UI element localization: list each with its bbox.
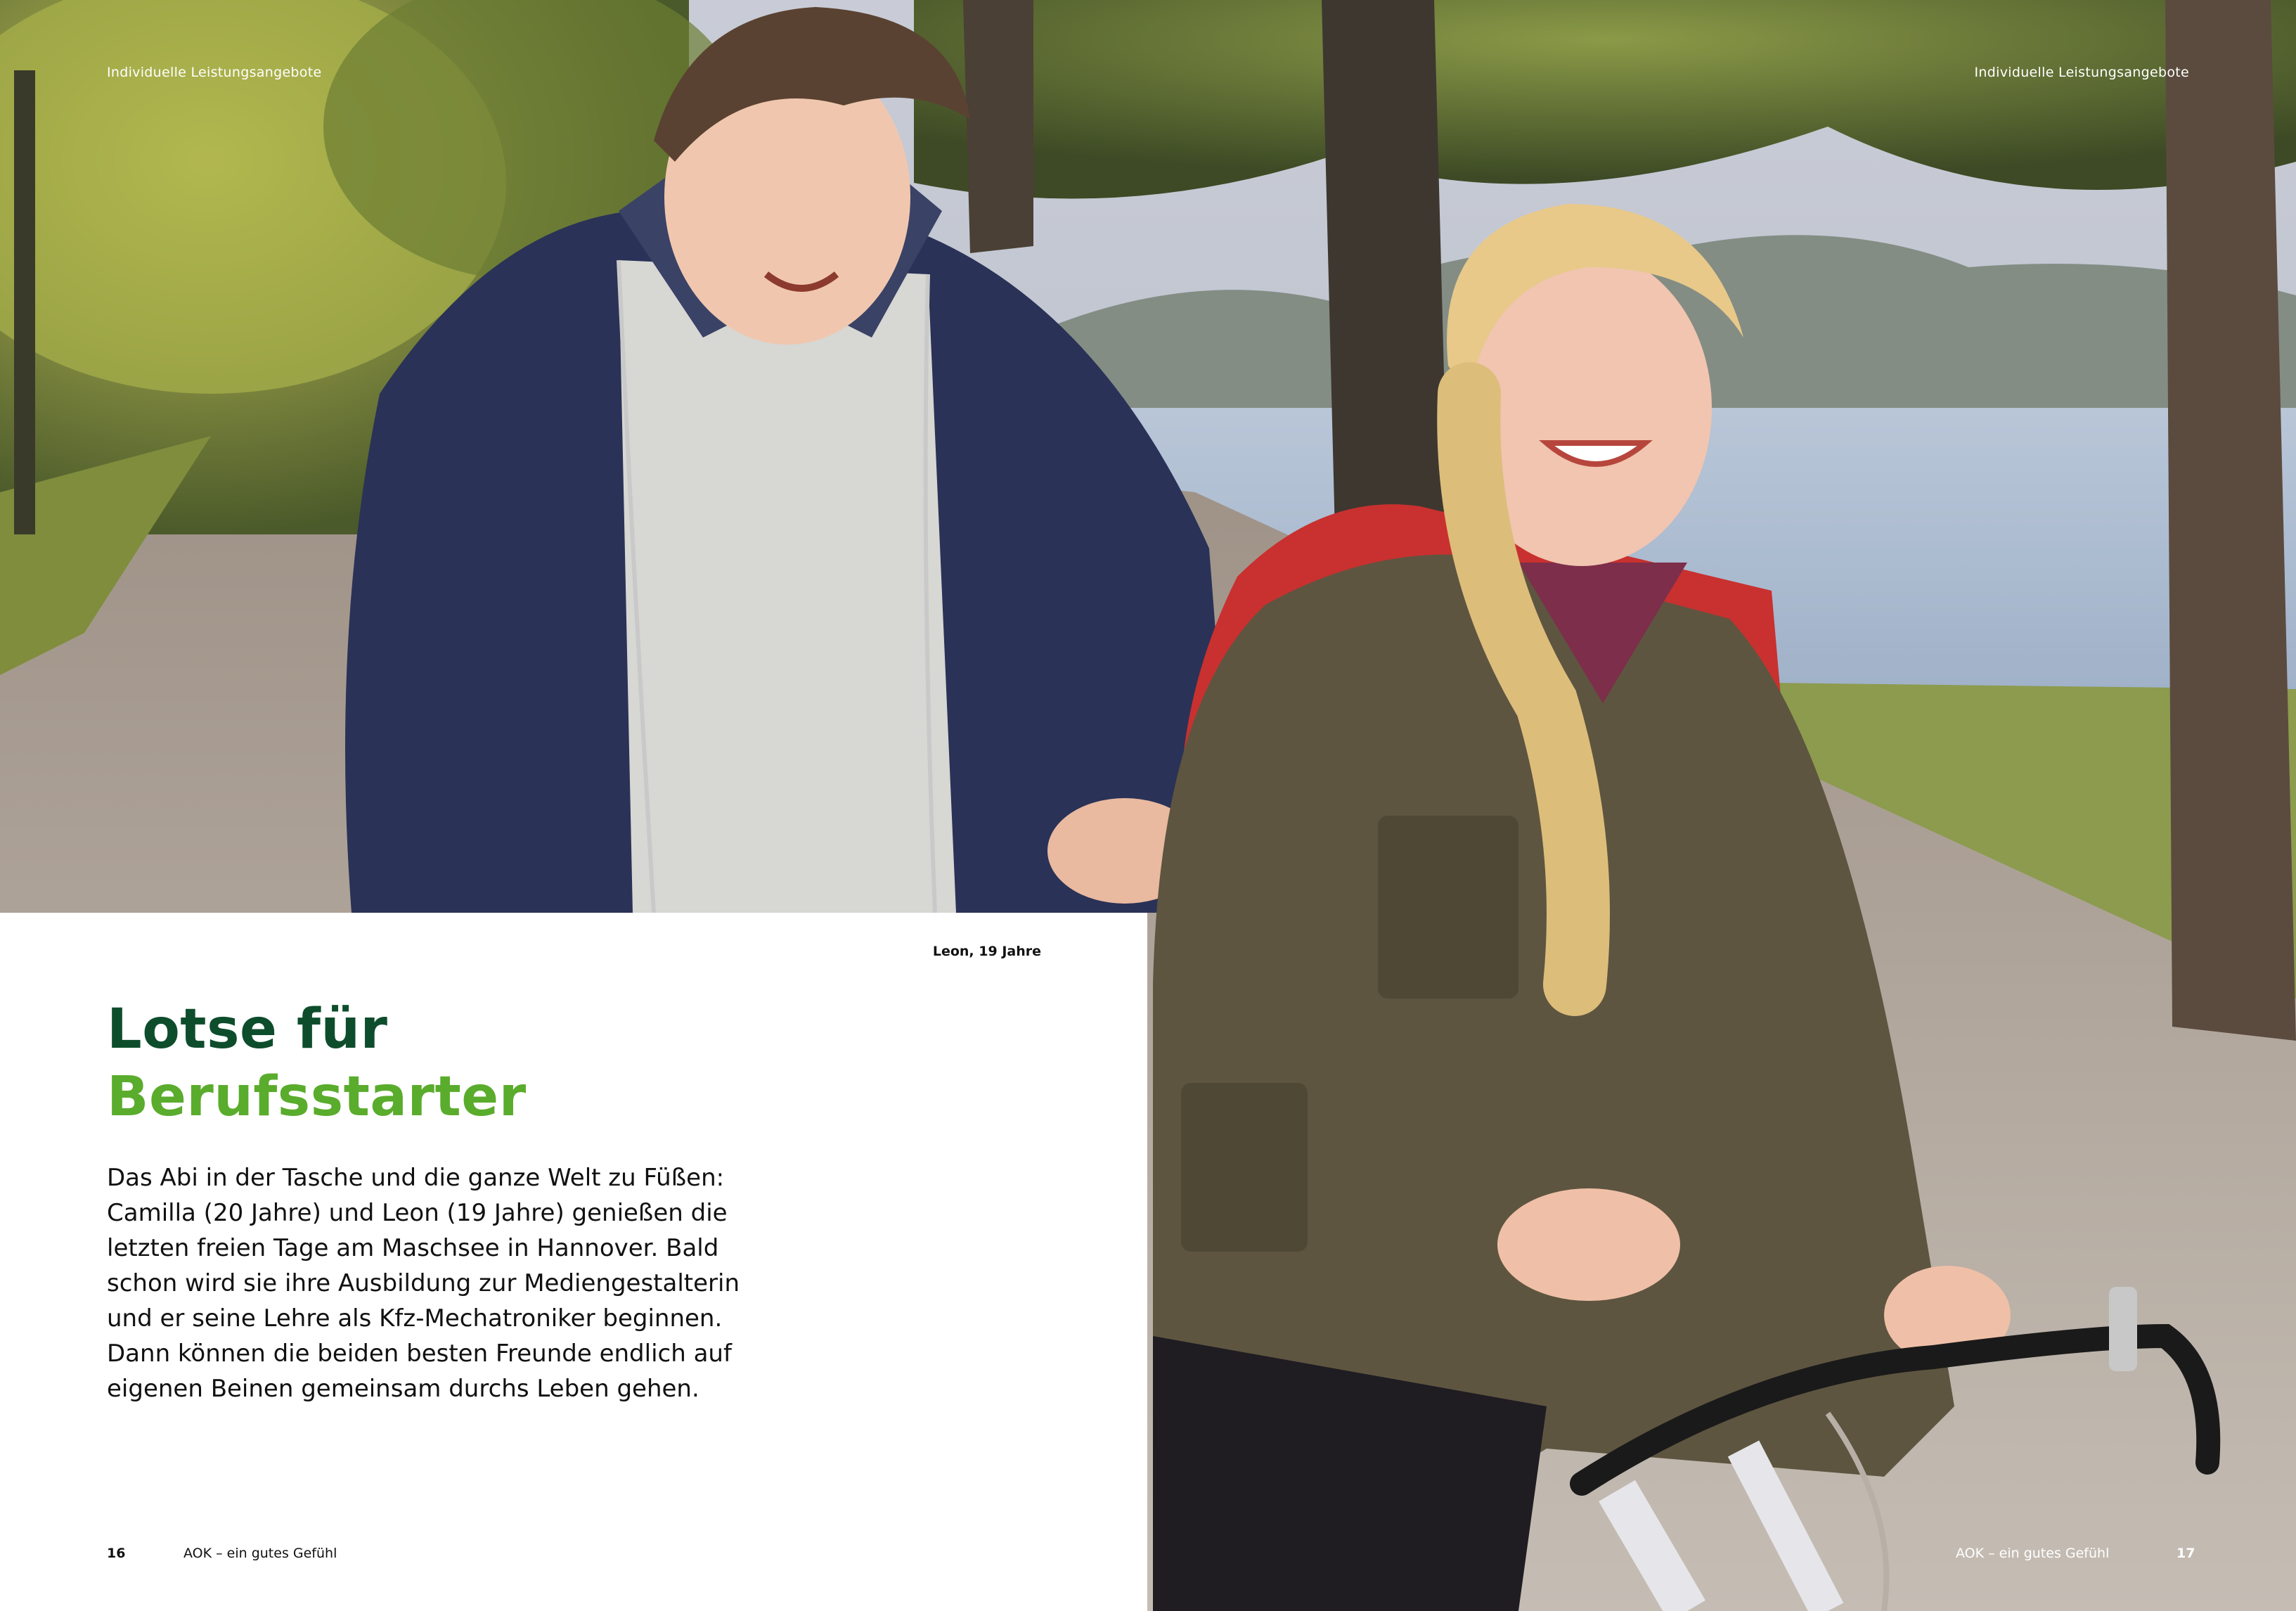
headline-line-1: Lotse für <box>107 998 388 1061</box>
footer-title-right: AOK – ein gutes Gefühl <box>1956 1546 2110 1561</box>
headline: Lotse für Berufsstarter <box>107 996 527 1131</box>
body-paragraph: Das Abi in der Tasche und die ganze Welt… <box>107 1160 740 1406</box>
text-panel: Leon, 19 Jahre Lotse für Berufsstarter D… <box>0 913 1147 1611</box>
body-line: Camilla (20 Jahre) und Leon (19 Jahre) g… <box>107 1199 728 1227</box>
body-line: Das Abi in der Tasche und die ganze Welt… <box>107 1164 725 1192</box>
page-number-left: 16 <box>107 1546 126 1561</box>
photo-caption: Leon, 19 Jahre <box>932 944 1041 959</box>
footer-title-left: AOK – ein gutes Gefühl <box>183 1546 337 1561</box>
headline-line-2: Berufsstarter <box>107 1065 527 1129</box>
body-line: und er seine Lehre als Kfz-Mechatroniker… <box>107 1304 723 1333</box>
running-header-right: Individuelle Leistungsangebote <box>1974 65 2189 80</box>
body-line: letzten freien Tage am Maschsee in Hanno… <box>107 1234 719 1262</box>
body-line: schon wird sie ihre Ausbildung zur Medie… <box>107 1269 740 1297</box>
running-header-left: Individuelle Leistungsangebote <box>107 65 322 80</box>
body-line: eigenen Beinen gemeinsam durchs Leben ge… <box>107 1375 699 1403</box>
body-line: Dann können die beiden besten Freunde en… <box>107 1340 732 1368</box>
page-number-right: 17 <box>2176 1546 2195 1561</box>
